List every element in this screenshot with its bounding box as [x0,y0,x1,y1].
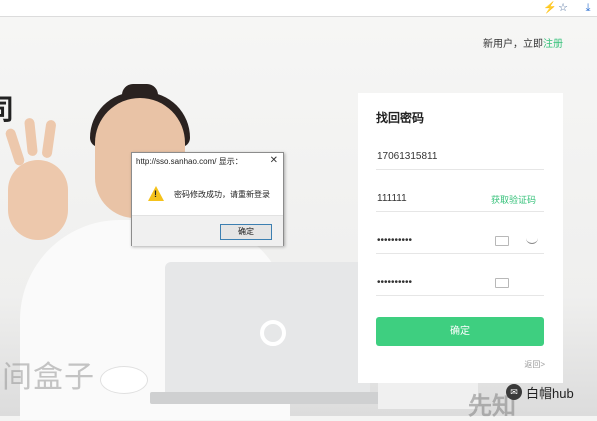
panel-title: 找回密码 [376,111,425,125]
get-code-button[interactable]: 获取验证码 [491,193,536,206]
phone-field[interactable]: 17061315811 [376,143,544,170]
alert-dialog: http://sso.sanhao.com/ 显示： ✕ ! 密码修改成功，请重… [131,152,284,246]
reset-password-panel: 找回密码 17061315811 111111 获取验证码 ••••••••••… [358,93,563,383]
browser-toolbar: ⚡ ☆ ⤓ [0,0,597,17]
dialog-title: http://sso.sanhao.com/ 显示： [136,157,243,166]
site-title-fragment: 司 [0,93,15,126]
phone-value: 17061315811 [377,151,438,162]
code-value: 111111 [377,193,407,204]
password-value: •••••••••• [377,235,413,246]
hero-illustration-mouse [100,366,148,394]
hero-illustration-laptop-base [150,392,380,404]
watermark-left: 间盒子 [2,360,95,395]
close-icon[interactable]: ✕ [270,155,278,166]
verification-code-field[interactable]: 111111 获取验证码 [376,185,544,212]
new-password-field[interactable]: •••••••••• [376,227,544,254]
dialog-message: 密码修改成功，请重新登录 [174,190,270,199]
keyboard-icon[interactable] [495,278,509,288]
warning-mark: ! [154,189,157,199]
hero-illustration-hand [8,160,68,240]
back-link[interactable]: 返回> [524,359,545,370]
download-icon[interactable]: ⤓ [582,2,594,14]
confirm-password-value: •••••••••• [377,277,413,288]
brand-watermark: ✉ 白帽hub [500,381,580,403]
ok-button[interactable]: 确定 [220,224,272,240]
register-prompt: 新用户，立即注册 [483,35,563,50]
dialog-footer: 确定 [132,215,283,246]
confirm-password-field[interactable]: •••••••••• [376,269,544,296]
star-icon[interactable]: ☆ [557,2,569,14]
register-prompt-text: 新用户，立即 [483,39,543,50]
register-link[interactable]: 注册 [543,39,563,50]
eye-closed-icon[interactable] [526,237,538,244]
submit-button[interactable]: 确定 [376,317,544,346]
laptop-logo-icon [260,320,286,346]
brand-name: 白帽hub [526,385,574,401]
keyboard-icon[interactable] [495,236,509,246]
bolt-icon[interactable]: ⚡ [543,2,557,14]
wechat-icon: ✉ [506,384,522,400]
hero-illustration-books [378,380,478,409]
